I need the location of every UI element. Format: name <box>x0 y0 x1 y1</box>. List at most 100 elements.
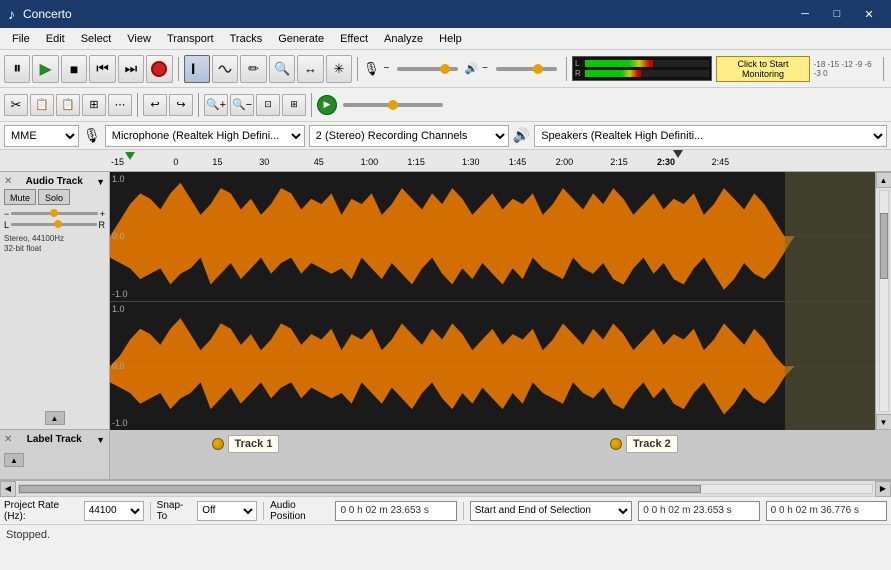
cut-button[interactable]: ✂ <box>4 94 28 116</box>
scroll-down-button[interactable]: ▼ <box>876 414 891 430</box>
play-button[interactable]: ▶ <box>32 55 58 83</box>
sep4 <box>883 57 884 81</box>
menu-transport[interactable]: Transport <box>159 31 222 47</box>
h-scroll-thumb[interactable] <box>19 485 701 493</box>
waveform-area[interactable]: 1.0 0.0 -1.0 1.0 0.0 -1.0 <box>110 172 875 430</box>
selection-mode-select[interactable]: Start and End of Selection <box>470 501 633 521</box>
menu-file[interactable]: File <box>4 31 38 47</box>
pencil-tool-button[interactable]: ✏ <box>240 55 266 83</box>
gain-slider[interactable] <box>11 212 97 215</box>
timeline-ruler[interactable]: -15 0 15 30 45 1:00 1:15 1:30 1:45 2:00 … <box>0 150 891 172</box>
select-tool-button[interactable]: 𝐈 <box>184 55 210 83</box>
scroll-right-button[interactable]: ▶ <box>875 481 891 497</box>
menu-analyze[interactable]: Analyze <box>376 31 431 47</box>
h-scroll-track[interactable] <box>18 484 873 494</box>
menu-edit[interactable]: Edit <box>38 31 73 47</box>
vertical-scrollbar[interactable]: ▲ ▼ <box>875 172 891 430</box>
minimize-button[interactable]: ─ <box>791 4 819 24</box>
sep-status3 <box>463 502 464 520</box>
waveform-top: 1.0 0.0 -1.0 <box>110 172 875 302</box>
track-controls: ✕ Audio Track ▼ Mute Solo − + L R <box>0 172 110 430</box>
waveform-bottom: 1.0 0.0 -1.0 <box>110 302 875 431</box>
menu-bar: File Edit Select View Transport Tracks G… <box>0 28 891 50</box>
monitoring-button[interactable]: Click to Start Monitoring <box>716 56 809 82</box>
app-icon: ♪ <box>8 6 15 22</box>
gain-min-label: − <box>4 209 9 219</box>
ruler-marker-45: 45 <box>314 157 324 167</box>
zoom-tool-button[interactable]: 🔍 <box>269 55 295 83</box>
app-title: Concerto <box>23 7 783 21</box>
audio-position-input[interactable] <box>335 501 456 521</box>
zoom-out-button[interactable]: 🔍− <box>230 94 254 116</box>
track-close-btn[interactable]: ✕ <box>4 176 12 187</box>
copy-button[interactable]: 📋 <box>30 94 54 116</box>
playback-speed-slider[interactable] <box>343 103 443 107</box>
multitool-button[interactable]: ✳ <box>326 55 352 83</box>
track-dropdown-icon[interactable]: ▼ <box>96 177 105 187</box>
next-button[interactable]: ⏭ <box>118 55 144 83</box>
collapse-track-button[interactable]: ▲ <box>45 411 65 425</box>
silence-button[interactable]: ⋯ <box>108 94 132 116</box>
label-track-close[interactable]: ✕ <box>4 434 12 445</box>
mute-button[interactable]: Mute <box>4 189 36 205</box>
timeshift-tool-button[interactable]: ↔ <box>297 55 323 83</box>
envelope-tool-button[interactable] <box>212 55 238 83</box>
sel-end-input[interactable] <box>766 501 887 521</box>
pause-button[interactable]: ⏸ <box>4 55 30 83</box>
mute-solo-row: Mute Solo <box>4 189 105 205</box>
track2-pin <box>610 438 622 450</box>
menu-tracks[interactable]: Tracks <box>222 31 271 47</box>
redo-button[interactable]: ↪ <box>169 94 193 116</box>
scroll-left-button[interactable]: ◀ <box>0 481 16 497</box>
scroll-thumb[interactable] <box>880 213 888 279</box>
pan-right-label: R <box>99 220 106 230</box>
menu-effect[interactable]: Effect <box>332 31 376 47</box>
scroll-track[interactable] <box>879 190 889 412</box>
title-bar: ♪ Concerto ─ □ ✕ <box>0 0 891 28</box>
prev-button[interactable]: ⏮ <box>89 55 115 83</box>
ruler-marker-2-00: 2:00 <box>556 157 574 167</box>
paste-button[interactable]: 📋 <box>56 94 80 116</box>
vu-meter-input[interactable]: L R <box>572 56 712 81</box>
play-at-speed-button[interactable]: ▶ <box>317 95 337 115</box>
output-device-select[interactable]: Speakers (Realtek High Definiti... <box>534 125 887 147</box>
menu-generate[interactable]: Generate <box>270 31 332 47</box>
input-volume-slider[interactable] <box>397 67 458 71</box>
project-rate-label: Project Rate (Hz): <box>4 500 78 522</box>
track2-label-marker[interactable]: Track 2 <box>610 435 678 453</box>
trim-button[interactable]: ⊞ <box>82 94 106 116</box>
ruler-marker-2-15: 2:15 <box>610 157 628 167</box>
transport-toolbar: ⏸ ▶ ■ ⏮ ⏭ 𝐈 ✏ 🔍 ↔ ✳ 🎙 − 🔊 − L R <box>0 50 891 88</box>
project-rate-select[interactable]: 44100 <box>84 501 144 521</box>
pan-slider[interactable] <box>11 223 96 226</box>
edit-toolbar: ✂ 📋 📋 ⊞ ⋯ ↩ ↪ 🔍+ 🔍− ⊡ ⊞ ▶ <box>0 88 891 122</box>
zoom-fit-button[interactable]: ⊞ <box>282 94 306 116</box>
sel-start-input[interactable] <box>638 501 759 521</box>
record-button[interactable] <box>146 55 172 83</box>
zoom-in-button[interactable]: 🔍+ <box>204 94 228 116</box>
track1-label-marker[interactable]: Track 1 <box>212 435 280 453</box>
output-volume-slider[interactable] <box>496 67 557 71</box>
maximize-button[interactable]: □ <box>823 4 851 24</box>
menu-help[interactable]: Help <box>431 31 470 47</box>
snap-to-select[interactable]: Off <box>197 501 257 521</box>
menu-select[interactable]: Select <box>73 31 120 47</box>
input-device-select[interactable]: Microphone (Realtek High Defini... <box>105 125 305 147</box>
stop-button[interactable]: ■ <box>61 55 87 83</box>
horizontal-scrollbar[interactable]: ◀ ▶ <box>0 480 891 496</box>
snap-to-label: Snap-To <box>157 500 192 522</box>
zoom-sel-button[interactable]: ⊡ <box>256 94 280 116</box>
channels-select[interactable]: 2 (Stereo) Recording Channels <box>309 125 509 147</box>
label-track-area[interactable]: Track 1 Track 2 <box>110 430 891 479</box>
menu-view[interactable]: View <box>119 31 159 47</box>
vol-min2: − <box>482 63 488 74</box>
waveform-section: 1.0 0.0 -1.0 1.0 0.0 -1.0 <box>110 172 891 430</box>
label-track-dropdown[interactable]: ▼ <box>96 435 105 445</box>
label-collapse-button[interactable]: ▲ <box>4 453 24 467</box>
scroll-up-button[interactable]: ▲ <box>876 172 891 188</box>
close-button[interactable]: ✕ <box>855 4 883 24</box>
solo-button[interactable]: Solo <box>38 189 70 205</box>
undo-button[interactable]: ↩ <box>143 94 167 116</box>
host-select[interactable]: MME <box>4 125 79 147</box>
ruler-marker-15: 15 <box>212 157 222 167</box>
